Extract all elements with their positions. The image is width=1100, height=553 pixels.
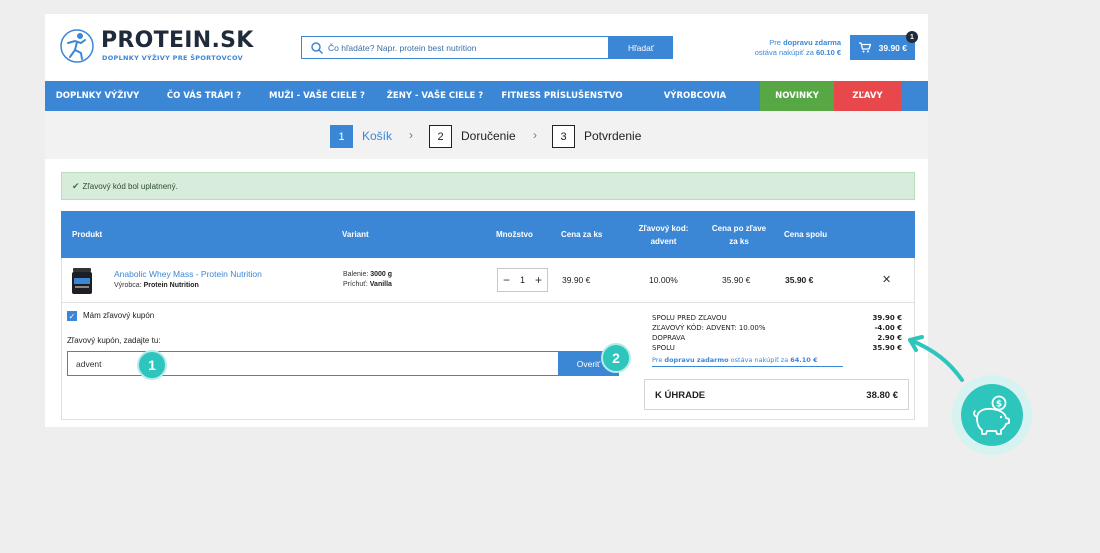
coupon-checkbox-label[interactable]: Mám zľavový kupón — [83, 311, 154, 320]
summary-row: DOPRAVA 2.90 € — [652, 333, 902, 343]
col-discounted-price: Cena po zľave za ks — [711, 223, 767, 246]
cart-total: 39.90 € — [878, 42, 907, 53]
remove-icon[interactable]: ✕ — [882, 273, 891, 286]
table-row: Anabolic Whey Mass - Protein Nutrition V… — [61, 258, 915, 303]
maker-value: Protein Nutrition — [143, 282, 199, 289]
piggy-bank-badge: $ — [952, 375, 1032, 455]
pack-label: Balenie: — [343, 271, 369, 278]
amount-due-label: K ÚHRADE — [655, 390, 706, 401]
pointer-arrow — [908, 335, 964, 382]
summary-row: SPOLU PRED ZĽAVOU 39.90 € — [652, 313, 902, 323]
free-shipping-note: Pre dopravu zdarma ostáva nakúpiť za 60.… — [745, 38, 841, 58]
col-product: Produkt — [72, 230, 103, 239]
col-unit-price: Cena za ks — [561, 230, 603, 239]
flavor-label: Príchuť: — [343, 281, 368, 288]
search-button[interactable]: Hľadať — [609, 36, 673, 59]
success-alert: ✔ Zľavový kód bol uplatnený. — [61, 172, 915, 200]
piggy-bank-icon: $ — [973, 395, 1010, 435]
summary-value: 39.90 € — [872, 314, 902, 322]
summary-row: SPOLU 35.90 € — [652, 343, 902, 353]
step-badge-1: 1 — [137, 350, 167, 380]
step-2-label[interactable]: Doručenie — [461, 129, 516, 143]
quantity-stepper: − 1 + — [497, 268, 548, 292]
nav-item-novinky[interactable]: NOVINKY — [760, 81, 834, 111]
shipping-bold: dopravu zdarma — [783, 38, 841, 47]
product-variant: Balenie: 3000 g Príchuť: Vanilla — [343, 270, 392, 290]
checkout-steps: 1 Košík › 2 Doručenie › 3 Potvrdenie — [45, 111, 928, 159]
amount-due-box: K ÚHRADE 38.80 € — [644, 379, 909, 410]
shipping-prefix: Pre — [769, 38, 781, 47]
svg-text:$: $ — [996, 400, 1002, 410]
maker-label: Výrobca: — [114, 282, 142, 289]
summary-value: 2.90 € — [877, 334, 902, 342]
summary-value: -4.00 € — [874, 324, 902, 332]
step-1-number[interactable]: 1 — [330, 125, 353, 148]
cart-count-badge: 1 — [906, 31, 918, 43]
logo[interactable]: PROTEIN.SK DOPLNKY VÝŽIVY PRE ŠPORTOVCOV — [59, 28, 253, 68]
summary-row: ZĽAVOVÝ KÓD: ADVENT: 10.00% -4.00 € — [652, 323, 902, 333]
nav-item-co-vas-trapi[interactable]: ČO VÁS TRÁPI ? — [150, 81, 258, 111]
product-image[interactable] — [71, 267, 93, 295]
cart-footer: ✓ Mám zľavový kupón Zľavový kupón, zadaj… — [61, 303, 915, 420]
quantity-value[interactable]: 1 — [520, 275, 525, 285]
flavor-value: Vanilla — [369, 281, 392, 288]
row-total: 35.90 € — [785, 275, 814, 285]
search-input[interactable] — [328, 39, 604, 56]
shipping-mid: ostáva nakúpiť za — [754, 48, 814, 57]
nav-item-zeny[interactable]: ŽENY - VAŠE CIELE ? — [376, 81, 494, 111]
logo-tagline: DOPLNKY VÝŽIVY PRE ŠPORTOVCOV — [102, 54, 243, 62]
plus-icon[interactable]: + — [535, 273, 542, 287]
product-maker: Výrobca: Protein Nutrition — [114, 282, 199, 289]
col-quantity: Množstvo — [496, 230, 533, 239]
alert-message: Zľavový kód bol uplatnený. — [82, 181, 178, 191]
summary-label: ZĽAVOVÝ KÓD: ADVENT: 10.00% — [652, 324, 766, 332]
cart-icon — [859, 42, 871, 53]
col-variant: Variant — [342, 230, 369, 239]
summary-label: SPOLU PRED ZĽAVOU — [652, 314, 727, 322]
order-summary: SPOLU PRED ZĽAVOU 39.90 € ZĽAVOVÝ KÓD: A… — [652, 313, 902, 367]
summary-label: DOPRAVA — [652, 334, 686, 342]
divider — [652, 366, 843, 367]
minus-icon[interactable]: − — [503, 273, 510, 287]
note-mid: ostáva nakúpiť za — [730, 356, 789, 364]
discount-percent: 10.00% — [649, 275, 678, 285]
logo-text: PROTEIN.SK — [101, 28, 254, 53]
unit-price: 39.90 € — [562, 275, 591, 285]
discounted-price: 35.90 € — [722, 275, 751, 285]
coupon-checkbox[interactable]: ✓ — [67, 311, 77, 321]
step-2-number[interactable]: 2 — [429, 125, 452, 148]
cart-button[interactable]: 39.90 € — [850, 35, 915, 60]
step-3-number[interactable]: 3 — [552, 125, 575, 148]
nav-item-fitness[interactable]: FITNESS PRÍSLUŠENSTVO — [494, 81, 630, 111]
chevron-right-icon: › — [409, 128, 413, 142]
note-bold: dopravu zadarmo — [664, 356, 729, 364]
note-prefix: Pre — [652, 356, 663, 364]
nav-item-doplnky[interactable]: DOPLNKY VÝŽIVY — [45, 81, 150, 111]
step-badge-2: 2 — [601, 343, 631, 373]
amount-due-value: 38.80 € — [866, 390, 898, 401]
cart-table-header: Produkt Variant Množstvo Cena za ks Zľav… — [61, 211, 915, 258]
step-3-label[interactable]: Potvrdenie — [584, 129, 641, 143]
step-1-label[interactable]: Košík — [362, 129, 392, 143]
summary-value: 35.90 € — [872, 344, 902, 352]
shipping-amount: 60.10 € — [815, 48, 841, 57]
logo-runner-icon — [60, 29, 94, 63]
pack-value: 3000 g — [370, 271, 393, 278]
free-shipping-hint: Pre dopravu zadarmo ostáva nakúpiť za 64… — [652, 355, 902, 365]
chevron-right-icon: › — [533, 128, 537, 142]
coupon-field-label: Zľavový kupón, zadajte tu: — [67, 336, 161, 345]
note-amount: 64.10 € — [790, 356, 818, 364]
page-frame: PROTEIN.SK DOPLNKY VÝŽIVY PRE ŠPORTOVCOV… — [45, 14, 928, 427]
col-total: Cena spolu — [784, 230, 828, 239]
main-nav: DOPLNKY VÝŽIVY ČO VÁS TRÁPI ? MUŽI - VAŠ… — [45, 81, 928, 111]
product-name-link[interactable]: Anabolic Whey Mass - Protein Nutrition — [114, 269, 262, 279]
nav-item-vyrobcovia[interactable]: VÝROBCOVIA — [630, 81, 760, 111]
search-box — [301, 36, 609, 59]
search-icon — [311, 42, 324, 55]
nav-item-zlavy[interactable]: ZĽAVY — [834, 81, 901, 111]
nav-item-muzi[interactable]: MUŽI - VAŠE CIELE ? — [258, 81, 376, 111]
summary-label: SPOLU — [652, 344, 675, 352]
check-icon: ✔ — [72, 180, 80, 191]
col-discount: Zľavový kod: advent — [638, 223, 689, 246]
